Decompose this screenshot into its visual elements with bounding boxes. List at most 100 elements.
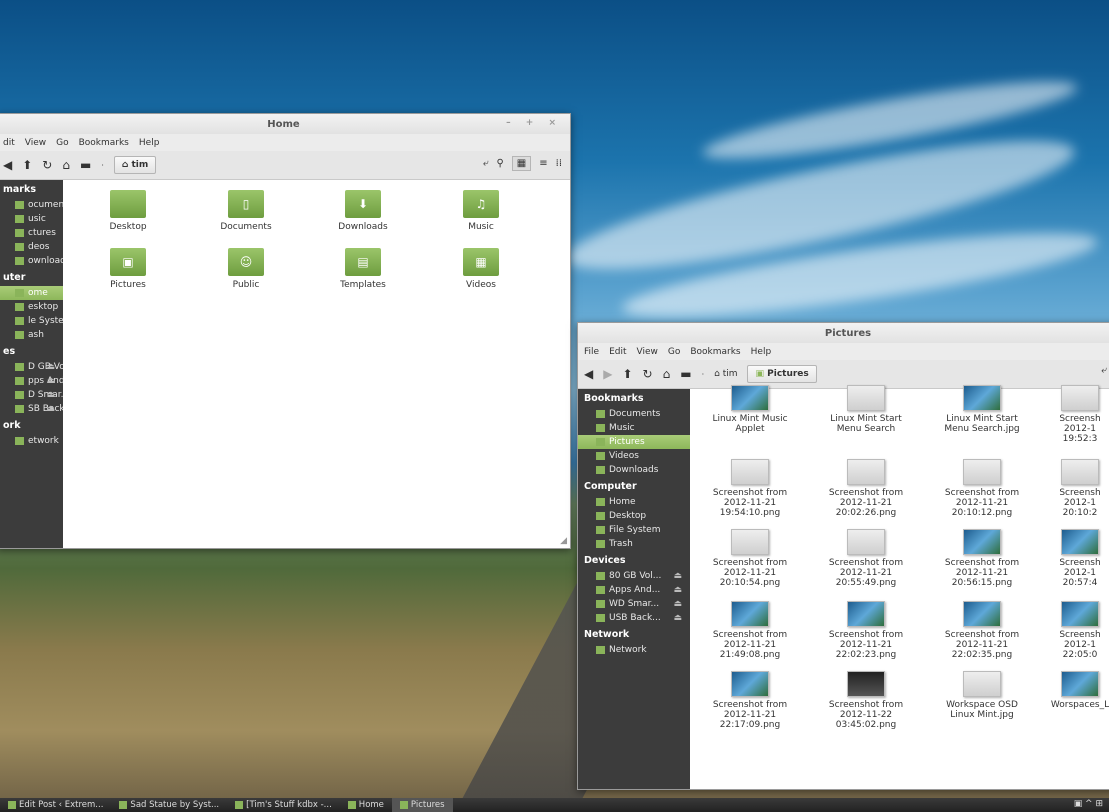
menu-item[interactable]: Go [56, 138, 68, 148]
sidebar-item[interactable]: ocuments [0, 198, 72, 212]
home-icon[interactable]: ⌂ [62, 158, 70, 172]
sidebar-item[interactable]: ome [0, 286, 63, 300]
file-item[interactable]: Screenshot from 2012-11-21 20:56:15.png [926, 529, 1038, 588]
window-controls[interactable]: – + × [506, 118, 562, 128]
eject-icon[interactable]: ⏏ [46, 390, 55, 400]
pictures-titlebar[interactable]: Pictures [578, 323, 1109, 343]
file-item[interactable]: Linux Mint Start Menu Search.jpg [926, 385, 1038, 434]
taskbar-item[interactable]: Sad Statue by Syst... [111, 798, 227, 812]
sidebar-item[interactable]: usic [0, 212, 63, 226]
file-item[interactable]: Screenshot from 2012-11-21 20:55:49.png [810, 529, 922, 588]
folder-item[interactable]: ☺ Public [203, 248, 289, 290]
sidebar-item[interactable]: Apps And... ⏏ [578, 583, 690, 597]
file-item[interactable]: Screenshot from 2012-11-21 22:17:09.png [694, 671, 806, 730]
up-arrow-icon[interactable]: ⬆ [22, 158, 32, 172]
file-item[interactable]: Screensh 2012-1 19:52:3 [1024, 385, 1109, 444]
taskbar-item[interactable]: Pictures [391, 798, 453, 812]
folder-item[interactable]: ▣ Pictures [85, 248, 171, 290]
sidebar-item[interactable]: Home [578, 495, 690, 509]
sidebar-item[interactable]: WD Smar... ⏏ [578, 597, 690, 611]
breadcrumb-tim[interactable]: ⌂ tim [113, 156, 157, 174]
sidebar-item[interactable]: Pictures [578, 435, 690, 449]
search-icon[interactable]: ⚲ [496, 158, 503, 169]
sidebar-item[interactable]: D Smar... ⏏ [0, 388, 69, 402]
sidebar-item[interactable]: ash [0, 328, 63, 342]
sidebar-item[interactable]: D GB Vol... ⏏ [0, 360, 76, 374]
sidebar-item[interactable]: ownloads [0, 254, 71, 268]
sidebar-item[interactable]: esktop [0, 300, 63, 314]
folder-item[interactable]: ⬇ Downloads [320, 190, 406, 232]
compact-view-icon[interactable]: ⁞⁞ [556, 158, 562, 169]
menu-item[interactable]: dit [3, 138, 15, 148]
menu-item[interactable]: Bookmarks [79, 138, 129, 148]
sidebar-item[interactable]: USB Back... ⏏ [578, 611, 690, 625]
breadcrumb-tim[interactable]: ⌂ tim [714, 369, 737, 379]
file-item[interactable]: Screenshot from 2012-11-22 03:45:02.png [810, 671, 922, 730]
computer-icon[interactable]: ▬ [80, 158, 91, 172]
back-arrow-icon[interactable]: ◀ [584, 367, 593, 381]
sidebar-item[interactable]: le System [0, 314, 72, 328]
file-item[interactable]: Screensh 2012-1 22:05:0 [1024, 601, 1109, 660]
reload-icon[interactable]: ↻ [643, 367, 653, 381]
sidebar-item[interactable]: ctures [0, 226, 63, 240]
menu-item[interactable]: Help [139, 138, 160, 148]
folder-item[interactable]: ▤ Templates [320, 248, 406, 290]
sidebar-item[interactable]: Downloads [578, 463, 690, 477]
file-item[interactable]: Screensh 2012-1 20:10:2 [1024, 459, 1109, 518]
file-item[interactable]: Screenshot from 2012-11-21 19:54:10.png [694, 459, 806, 518]
sidebar-item[interactable]: etwork [0, 434, 63, 448]
eject-icon[interactable]: ⏏ [46, 376, 55, 386]
file-item[interactable]: Workspace OSD Linux Mint.jpg [926, 671, 1038, 720]
file-item[interactable]: Linux Mint Start Menu Search [810, 385, 922, 434]
sidebar-item[interactable]: Desktop [578, 509, 690, 523]
file-item[interactable]: Screenshot from 2012-11-21 21:49:08.png [694, 601, 806, 660]
file-item[interactable]: Screenshot from 2012-11-21 20:10:12.png [926, 459, 1038, 518]
breadcrumb-pictures[interactable]: ▣ Pictures [747, 365, 817, 383]
eject-icon[interactable]: ⏏ [673, 599, 682, 609]
sidebar-item[interactable]: File System [578, 523, 690, 537]
menu-item[interactable]: Edit [609, 347, 626, 357]
menu-item[interactable]: Go [668, 347, 680, 357]
file-item[interactable]: Screenshot from 2012-11-21 20:02:26.png [810, 459, 922, 518]
taskbar-item[interactable]: [Tim's Stuff kdbx -... [227, 798, 340, 812]
file-item[interactable]: Worspaces_L [1024, 671, 1109, 710]
menu-item[interactable]: View [637, 347, 658, 357]
file-item[interactable]: Screensh 2012-1 20:57:4 [1024, 529, 1109, 588]
menu-item[interactable]: View [25, 138, 46, 148]
reload-icon[interactable]: ↻ [42, 158, 52, 172]
grid-view-icon[interactable]: ▦ [511, 156, 532, 171]
eject-icon[interactable]: ⏏ [673, 613, 682, 623]
sidebar-item[interactable]: deos [0, 240, 63, 254]
up-arrow-icon[interactable]: ⬆ [622, 367, 632, 381]
folder-item[interactable]: Desktop [85, 190, 171, 232]
resize-grip-icon[interactable]: ◢ [560, 536, 567, 546]
location-toggle-icon[interactable]: ⤶ [483, 158, 489, 169]
eject-icon[interactable]: ⏏ [46, 404, 55, 414]
taskbar-item[interactable]: Home [340, 798, 392, 812]
sidebar-item[interactable]: Videos [578, 449, 690, 463]
system-tray[interactable]: ▣ ^ ⊞ [1074, 799, 1103, 809]
menu-item[interactable]: File [584, 347, 599, 357]
menu-item[interactable]: Help [751, 347, 772, 357]
eject-icon[interactable]: ⏏ [46, 362, 55, 372]
file-item[interactable]: Screenshot from 2012-11-21 22:02:35.png [926, 601, 1038, 660]
file-item[interactable]: Linux Mint Music Applet [694, 385, 806, 434]
location-toggle-icon[interactable]: ⤶ [1101, 365, 1107, 376]
sidebar-item[interactable]: SB Back... ⏏ [0, 402, 73, 416]
folder-item[interactable]: ▦ Videos [438, 248, 524, 290]
sidebar-item[interactable]: Music [578, 421, 690, 435]
folder-item[interactable]: ▯ Documents [203, 190, 289, 232]
file-item[interactable]: Screenshot from 2012-11-21 20:10:54.png [694, 529, 806, 588]
sidebar-item[interactable]: 80 GB Vol... ⏏ [578, 569, 690, 583]
back-arrow-icon[interactable]: ◀ [3, 158, 12, 172]
computer-icon[interactable]: ▬ [680, 367, 691, 381]
file-item[interactable]: Screenshot from 2012-11-21 22:02:23.png [810, 601, 922, 660]
eject-icon[interactable]: ⏏ [673, 571, 682, 581]
eject-icon[interactable]: ⏏ [673, 585, 682, 595]
sidebar-item[interactable]: Network [578, 643, 690, 657]
home-icon[interactable]: ⌂ [663, 367, 671, 381]
menu-item[interactable]: Bookmarks [690, 347, 740, 357]
forward-arrow-icon[interactable]: ▶ [603, 367, 612, 381]
taskbar-item[interactable]: Edit Post ‹ Extrem... [0, 798, 111, 812]
folder-item[interactable]: ♫ Music [438, 190, 524, 232]
